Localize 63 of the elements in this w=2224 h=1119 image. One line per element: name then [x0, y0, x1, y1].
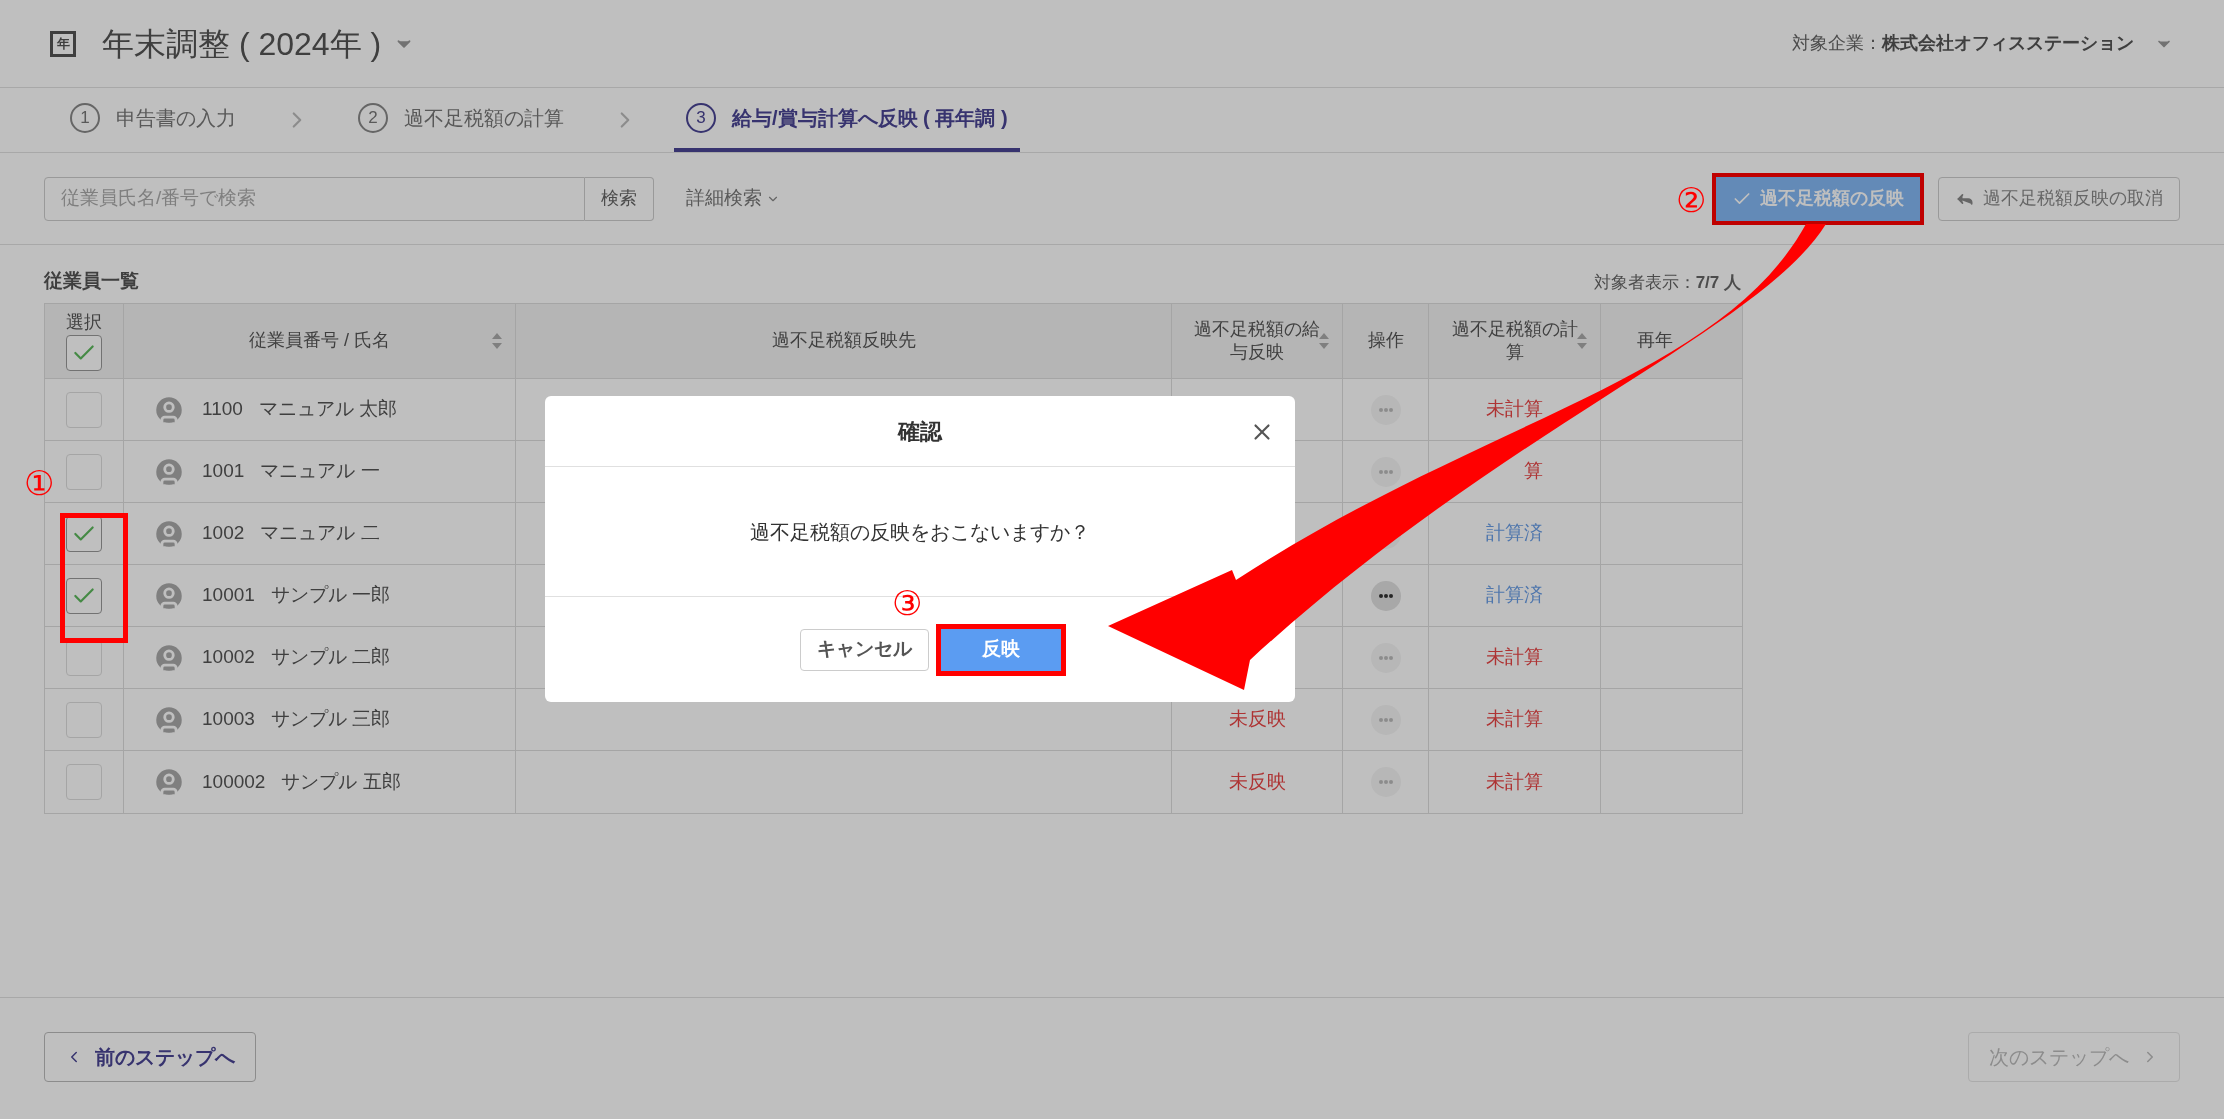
employee-number: 1002 — [202, 521, 245, 546]
employee-name: マニュアル 二 — [260, 521, 380, 546]
employee-number: 1001 — [202, 459, 245, 484]
ellipsis-icon — [1378, 593, 1393, 598]
column-header: 従業員番号 / 氏名 — [249, 329, 390, 353]
step-tab[interactable]: 1 申告書の入力 — [58, 88, 248, 152]
employee-name: サンプル 一郎 — [270, 583, 391, 608]
cancel-button[interactable]: キャンセル — [799, 628, 929, 671]
calculation-status: 未計算 — [1486, 769, 1543, 794]
calculation-status: 未計算 — [1486, 707, 1543, 732]
count-label: 対象者表示： — [1593, 272, 1696, 292]
calculation-status: 未計算 — [1486, 645, 1543, 670]
cancel-reflect-button[interactable]: 過不足税額反映の取消 — [1938, 176, 2180, 221]
count-value: 7/7 人 — [1695, 272, 1741, 292]
column-header: 選択 — [66, 311, 102, 335]
employee-number: 100002 — [202, 769, 266, 794]
calculation-status: 未計算 — [1486, 397, 1543, 422]
employee-name: サンプル 五郎 — [281, 769, 401, 794]
employee-name: マニュアル 太郎 — [258, 397, 398, 422]
page-title: 年末調整 ( 2024年 ) — [102, 24, 382, 64]
step-number: 2 — [358, 103, 388, 133]
calculation-status: 算 — [1523, 459, 1543, 484]
search-field[interactable]: 従業員氏名/番号で検索 — [44, 176, 585, 221]
step-tab[interactable]: 3 給与/賞与計算へ反映 ( 再年調 ) — [674, 88, 1020, 152]
checkbox[interactable] — [66, 577, 102, 614]
employee-name: サンプル 三郎 — [270, 707, 391, 732]
employee-name: マニュアル 一 — [260, 459, 380, 484]
company-label: 対象企業： — [1792, 32, 1882, 55]
employee-number: 1100 — [202, 397, 243, 422]
employee-number: 10003 — [202, 707, 255, 732]
annotation-number: ② — [1676, 180, 1706, 221]
column-header: 操作 — [1367, 329, 1404, 353]
calendar-icon: 年 — [50, 30, 76, 57]
calculation-status: 計算済 — [1486, 521, 1543, 546]
ellipsis-icon — [1378, 780, 1393, 784]
ellipsis-icon — [1378, 655, 1393, 660]
checkbox[interactable] — [66, 334, 102, 371]
ellipsis-icon — [1378, 469, 1393, 474]
reflection-status: 未反映 — [1228, 707, 1286, 732]
ellipsis-icon — [1378, 717, 1393, 722]
dialog-message: 過不足税額の反映をおこないますか？ — [750, 519, 1090, 545]
reflection-status: 未反映 — [1228, 769, 1286, 794]
step-number: 1 — [70, 103, 100, 133]
employee-number: 10001 — [202, 583, 255, 608]
dialog-title: 確認 — [898, 417, 942, 446]
step-tab[interactable]: 2 過不足税額の計算 — [346, 88, 576, 152]
previous-step-button[interactable]: 前のステップへ — [44, 1032, 256, 1082]
column-header: 過不足税額の給与反映 — [1193, 317, 1321, 364]
employee-name: サンプル 二郎 — [270, 645, 391, 670]
list-title: 従業員一覧 — [44, 268, 139, 293]
column-header: 過不足税額反映先 — [771, 329, 916, 353]
search-button[interactable]: 検索 — [585, 176, 654, 221]
annotation-number: ① — [24, 463, 54, 504]
employee-number: 10002 — [202, 645, 255, 670]
column-header: 再年 — [1637, 329, 1673, 353]
annotation-number: ③ — [892, 583, 922, 624]
company-name: 株式会社オフィスステーション — [1882, 32, 2134, 55]
calculation-status: 計算済 — [1486, 583, 1543, 608]
advanced-search-link[interactable]: 詳細検索 — [686, 184, 762, 213]
ellipsis-icon — [1378, 407, 1393, 412]
more-button[interactable] — [1370, 580, 1401, 611]
column-header: 過不足税額の計算 — [1450, 317, 1579, 364]
step-number: 3 — [686, 103, 716, 133]
